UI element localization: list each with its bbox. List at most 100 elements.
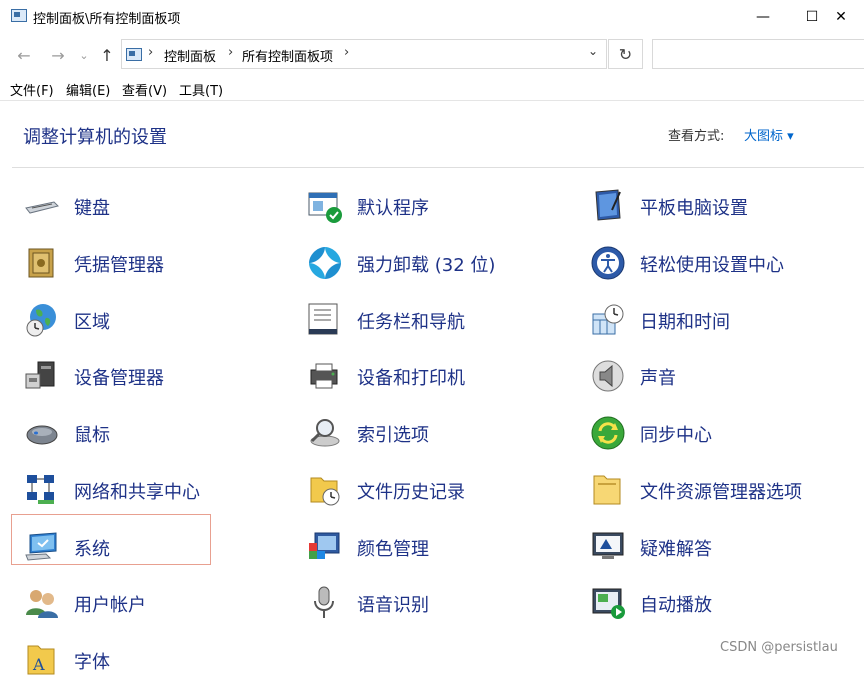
cp-item-fonts[interactable]: A 字体 [24,638,294,678]
recent-locations-button[interactable]: ⌄ [73,44,95,66]
sound-icon [592,360,624,392]
menu-tools[interactable]: 工具(T) [179,80,223,99]
cp-item-label: 自动播放 [640,595,712,616]
user-accounts-icon [26,590,58,618]
network-icon [27,475,54,504]
cp-item-label: 鼠标 [74,425,110,446]
speech-recognition-icon [314,586,334,618]
cp-item-label: 字体 [74,652,110,673]
default-programs-icon [308,192,342,223]
troubleshooting-icon [592,532,624,559]
breadcrumb-separator[interactable]: › [228,45,233,60]
device-manager-icon [25,361,55,389]
cp-item-label: 疑难解答 [640,539,712,560]
minimize-button[interactable]: — [740,0,786,34]
cp-item-label: 颜色管理 [357,539,429,560]
breadcrumb-separator[interactable]: › [148,45,153,60]
watermark: CSDN @persistlau [720,640,838,655]
cp-item-label: 凭据管理器 [74,255,164,276]
page-title: 调整计算机的设置 [23,127,167,148]
cp-item-folder-options[interactable]: 文件资源管理器选项 [590,468,860,508]
fonts-icon: A [27,645,55,675]
cp-item-indexing[interactable]: 索引选项 [307,411,577,451]
refresh-button[interactable]: ↻ [608,39,643,69]
cp-item-label: 语音识别 [357,595,429,616]
cp-item-label: 同步中心 [640,425,712,446]
breadcrumb-separator[interactable]: › [344,45,349,60]
color-management-icon [309,532,340,559]
uninstaller-icon [309,247,341,279]
cp-item-file-history[interactable]: 文件历史记录 [307,468,577,508]
region-icon [26,304,56,337]
cp-item-label: 文件历史记录 [357,482,465,503]
address-bar[interactable]: › 控制面板 › 所有控制面板项 › ⌄ [121,39,607,69]
address-toolbar: ← → ⌄ ↑ › 控制面板 › 所有控制面板项 › ⌄ ↻ [0,38,864,72]
menu-file[interactable]: 文件(F) [10,80,54,99]
credential-manager-icon [28,248,54,278]
menu-bar: 文件(F) 编辑(E) 查看(V) 工具(T) [0,76,864,101]
cp-item-label: 区域 [74,312,110,333]
cp-item-troubleshooting[interactable]: 疑难解答 [590,525,860,565]
cp-item-date-time[interactable]: 日期和时间 [590,298,860,338]
cp-item-autoplay[interactable]: 自动播放 [590,581,860,621]
autoplay-icon [592,588,625,619]
indexing-icon [310,419,340,447]
close-button[interactable]: ✕ [818,0,864,34]
menu-edit[interactable]: 编辑(E) [66,80,110,99]
view-by-label: 查看方式: [668,129,725,144]
menu-view[interactable]: 查看(V) [122,80,167,99]
cp-item-credential-manager[interactable]: 凭据管理器 [24,241,294,281]
cp-item-label: 网络和共享中心 [74,482,200,503]
cp-item-speech-recognition[interactable]: 语音识别 [307,581,577,621]
forward-button[interactable]: → [47,44,69,66]
cp-item-keyboard[interactable]: 键盘 [24,184,294,224]
keyboard-icon [25,201,59,214]
cp-item-ease-of-access[interactable]: 轻松使用设置中心 [590,241,860,281]
cp-item-label: 文件资源管理器选项 [640,482,802,503]
tablet-settings-icon [595,189,621,221]
cp-item-label: 声音 [640,368,676,389]
taskbar-icon [308,303,338,335]
control-panel-icon [126,48,142,61]
breadcrumb-control-panel[interactable]: 控制面板 [164,46,216,65]
cp-item-region[interactable]: 区域 [24,298,294,338]
cp-item-label: 强力卸载 (32 位) [357,255,496,276]
control-panel-icon [11,9,27,22]
title-bar: 控制面板\所有控制面板项 — ☐ ✕ [0,0,864,34]
cp-item-label: 键盘 [74,198,110,219]
date-time-icon [592,304,624,335]
cp-item-label: 设备管理器 [74,368,164,389]
cp-item-sync-center[interactable]: 同步中心 [590,411,860,451]
cp-item-sound[interactable]: 声音 [590,354,860,394]
cp-item-color-management[interactable]: 颜色管理 [307,525,577,565]
view-by-dropdown[interactable]: 大图标 ▾ [744,125,794,144]
cp-item-label: 轻松使用设置中心 [640,255,784,276]
cp-item-device-manager[interactable]: 设备管理器 [24,354,294,394]
cp-item-label: 设备和打印机 [357,368,465,389]
breadcrumb-all-items[interactable]: 所有控制面板项 [242,46,333,65]
ease-of-access-icon [591,246,625,280]
cp-item-printers[interactable]: 设备和打印机 [307,354,577,394]
cp-item-label: 平板电脑设置 [640,198,748,219]
cp-item-label: 日期和时间 [640,312,730,333]
cp-item-default-programs[interactable]: 默认程序 [307,184,577,224]
file-history-icon [310,477,340,506]
cp-item-mouse[interactable]: 鼠标 [24,411,294,451]
back-button[interactable]: ← [13,44,35,66]
cp-item-uninstaller[interactable]: 强力卸载 (32 位) [307,241,577,281]
divider [12,167,864,168]
up-button[interactable]: ↑ [96,44,118,66]
svg-text:A: A [32,655,45,674]
search-input[interactable] [652,39,864,69]
cp-item-network[interactable]: 网络和共享中心 [24,468,294,508]
mouse-icon [26,425,58,445]
folder-options-icon [593,475,621,505]
cp-item-tablet-settings[interactable]: 平板电脑设置 [590,184,860,224]
cp-item-label: 用户帐户 [74,595,146,616]
cp-item-taskbar[interactable]: 任务栏和导航 [307,298,577,338]
address-dropdown-button[interactable]: ⌄ [588,44,598,58]
cp-item-label: 任务栏和导航 [357,312,465,333]
cp-item-label: 默认程序 [357,198,429,219]
printer-icon [310,363,338,389]
cp-item-user-accounts[interactable]: 用户帐户 [24,581,294,621]
